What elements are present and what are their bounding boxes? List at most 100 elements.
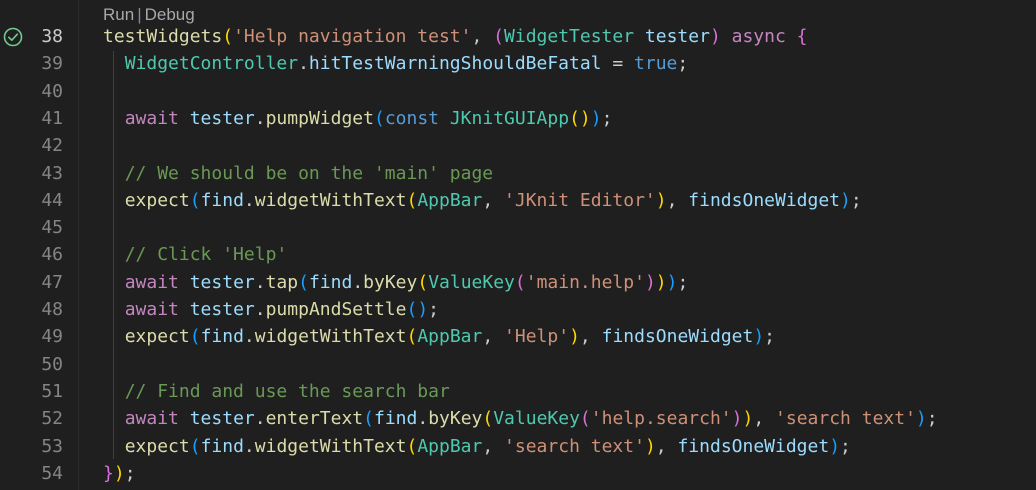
line-number: 50 (41, 353, 63, 375)
code-text[interactable]: expect(find.widgetWithText(AppBar, 'Help… (103, 323, 775, 350)
code-text[interactable]: // Click 'Help' (103, 241, 288, 268)
code-line: 40 (0, 78, 1036, 105)
code-token: ) (731, 408, 743, 430)
code-line: 41 await tester.pumpWidget(const JKnitGU… (0, 105, 1036, 132)
code-editor[interactable]: Run | Debug 38 testWidgets('Help navigation… (0, 0, 1036, 490)
code-token: tester (189, 408, 255, 430)
code-token: tester (189, 107, 255, 129)
code-token: tester (644, 26, 710, 47)
code-token: widgetWithText (254, 326, 407, 348)
code-text[interactable]: // Find and use the search bar (103, 378, 450, 405)
line-number: 54 (41, 462, 63, 484)
code-text[interactable]: // We should be on the 'main' page (103, 160, 493, 187)
codelens-debug-link[interactable]: Debug (145, 5, 195, 24)
code-token: hitTestWarningShouldBeFatal (308, 53, 602, 75)
code-token: ( (569, 107, 580, 129)
code-token: , (482, 326, 505, 348)
code-token: ValueKey (493, 408, 580, 430)
code-token: , (655, 435, 678, 457)
code-line: 45 (0, 214, 1036, 241)
code-token: . (254, 107, 266, 129)
code-token: true (634, 53, 678, 75)
code-token: ( (406, 435, 418, 457)
code-token: tap (265, 271, 299, 293)
code-token: findsOneWidget (601, 326, 754, 348)
code-token: await (124, 408, 179, 430)
code-token: find (200, 326, 244, 348)
code-token: ) (590, 107, 602, 129)
code-token: . (243, 189, 255, 211)
code-token: ( (493, 26, 505, 47)
code-text[interactable]: await tester.pumpWidget(const JKnitGUIAp… (103, 105, 613, 132)
code-token: // We should be on the 'main' page (124, 162, 494, 184)
code-text[interactable]: await tester.tap(find.byKey(ValueKey('ma… (103, 269, 689, 296)
code-token: find (308, 271, 353, 293)
code-token: ) (569, 326, 580, 348)
line-number: 38 (41, 26, 63, 47)
code-token: ( (363, 408, 374, 430)
code-text[interactable]: await tester.pumpAndSettle(); (103, 296, 439, 323)
code-line: 49 expect(find.widgetWithText(AppBar, 'H… (0, 323, 1036, 350)
code-token: ; (677, 53, 689, 75)
code-token: ) (655, 189, 667, 211)
code-token: find (200, 189, 244, 211)
codelens-run-link[interactable]: Run (103, 5, 134, 24)
code-token: widgetWithText (254, 189, 407, 211)
code-token: testWidgets (103, 26, 223, 47)
line-number: 48 (41, 299, 63, 320)
code-token: AppBar (417, 189, 483, 211)
line-number: 39 (41, 53, 63, 75)
code-token: ) (579, 107, 591, 129)
code-token: findsOneWidget (688, 189, 841, 211)
code-line: 38 testWidgets('Help navigation test', (W… (0, 23, 1036, 50)
line-number: 52 (41, 408, 63, 430)
code-text[interactable]: WidgetController.hitTestWarningShouldBeF… (103, 50, 689, 77)
code-token: ( (406, 326, 418, 348)
code-token: . (254, 271, 266, 293)
code-token: , (579, 326, 602, 348)
line-number: 45 (41, 217, 63, 239)
line-number: 43 (41, 162, 63, 184)
code-token: . (243, 326, 255, 348)
code-token: ( (417, 271, 429, 293)
code-text[interactable]: }); (103, 460, 136, 487)
code-token: byKey (428, 408, 483, 430)
code-token: widgetWithText (254, 435, 407, 457)
code-token: async (731, 26, 786, 47)
code-token: ( (406, 189, 418, 211)
code-token: ) (417, 299, 429, 320)
code-token: ( (189, 326, 201, 348)
test-passed-icon[interactable] (2, 26, 24, 48)
code-token: , (753, 408, 776, 430)
code-token: 'Help' (504, 326, 570, 348)
code-token: AppBar (417, 435, 483, 457)
code-token: ValueKey (428, 271, 515, 293)
code-token: ; (677, 271, 689, 293)
code-text[interactable]: expect(find.widgetWithText(AppBar, 'JKni… (103, 187, 862, 214)
code-token: ( (373, 107, 385, 129)
code-token: ; (124, 462, 136, 484)
line-number: 51 (41, 380, 63, 402)
code-text[interactable]: expect(find.widgetWithText(AppBar, 'sear… (103, 433, 851, 460)
code-token: 'Help navigation test' (233, 26, 472, 47)
code-token: , (482, 435, 505, 457)
line-number: 53 (41, 435, 63, 457)
line-number: 40 (41, 80, 63, 102)
code-token: JKnitGUIApp (449, 107, 570, 129)
code-text[interactable]: await tester.enterText(find.byKey(ValueK… (103, 405, 938, 432)
code-token: ; (764, 326, 776, 348)
code-text[interactable]: testWidgets('Help navigation test', (Wid… (103, 23, 808, 50)
code-line: 47 await tester.tap(find.byKey(ValueKey(… (0, 269, 1036, 296)
code-token: tester (189, 299, 255, 320)
code-token: ) (915, 408, 927, 430)
code-token: find (373, 408, 418, 430)
